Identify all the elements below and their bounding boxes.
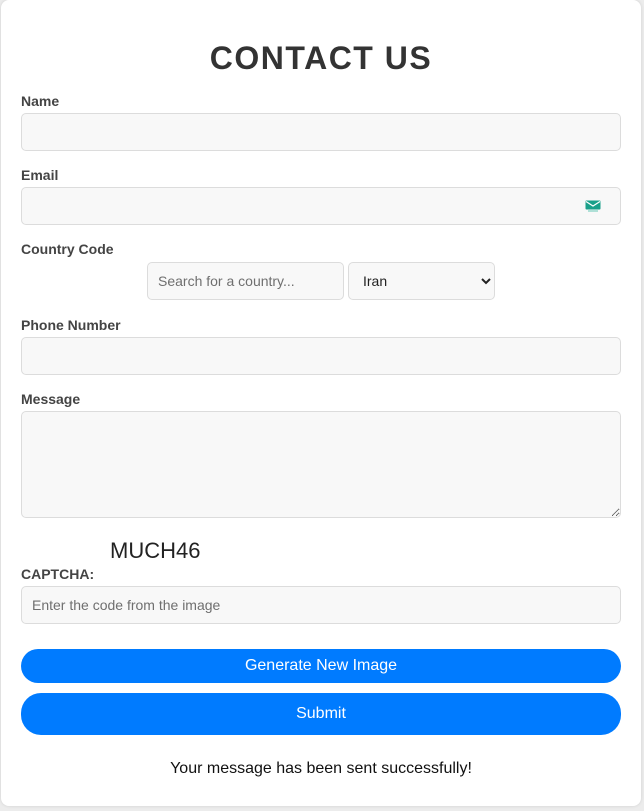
generate-new-image-button[interactable]: Generate New Image <box>21 649 621 683</box>
country-code-label: Country Code <box>21 241 114 257</box>
success-message: Your message has been sent successfully! <box>170 760 472 777</box>
page-title: CONTACT US <box>209 40 433 76</box>
name-input[interactable] <box>21 113 621 151</box>
country-search-input[interactable] <box>147 262 344 300</box>
country-select[interactable]: Iran <box>348 262 495 300</box>
email-icon[interactable] <box>585 200 601 212</box>
phone-number-label: Phone Number <box>21 317 121 333</box>
phone-number-input[interactable] <box>21 337 621 375</box>
captcha-label: CAPTCHA: <box>21 566 95 582</box>
captcha-image: MUCH46 <box>110 538 201 563</box>
message-textarea[interactable] <box>21 411 621 518</box>
email-input[interactable] <box>21 187 621 225</box>
email-label: Email <box>21 167 59 183</box>
captcha-input[interactable] <box>21 586 621 624</box>
submit-button[interactable]: Submit <box>21 693 621 735</box>
contact-form-card: CONTACT US Name Email Country Code Iran … <box>1 0 641 806</box>
name-label: Name <box>21 93 60 109</box>
message-label: Message <box>21 391 81 407</box>
